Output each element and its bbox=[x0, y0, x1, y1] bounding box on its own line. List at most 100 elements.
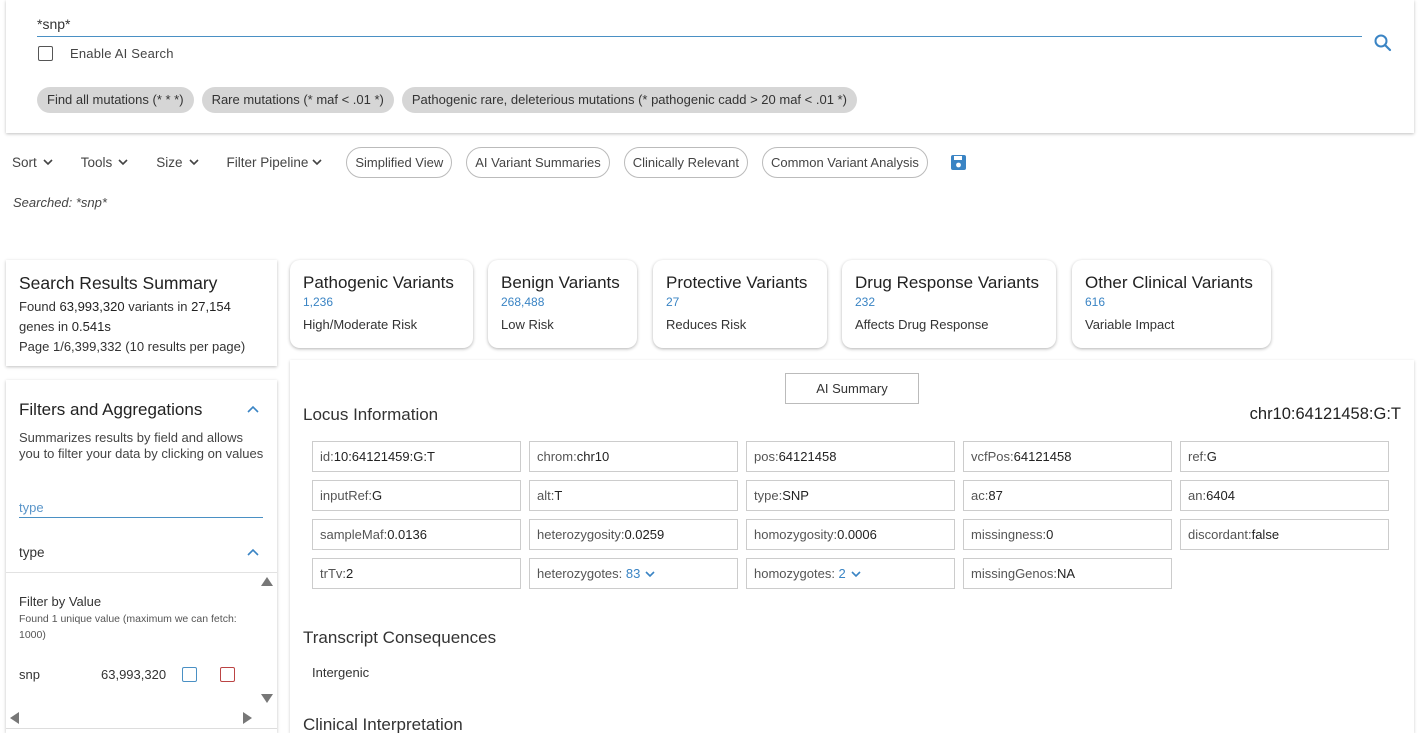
field-key: inputRef: bbox=[320, 488, 373, 503]
field-value[interactable]: 83 bbox=[626, 566, 640, 581]
field-discordant: discordant:false bbox=[1180, 519, 1389, 550]
category-card-drug-response[interactable]: Drug Response Variants 232 Affects Drug … bbox=[842, 260, 1056, 348]
category-card-pathogenic[interactable]: Pathogenic Variants 1,236 High/Moderate … bbox=[290, 260, 473, 348]
field-value: 0.0259 bbox=[624, 527, 665, 542]
genes-in-text: genes in bbox=[19, 319, 69, 334]
field-key: heterozygosity: bbox=[537, 527, 625, 542]
category-count: 616 bbox=[1085, 295, 1106, 309]
chevron-down-icon[interactable] bbox=[645, 571, 655, 578]
type-filter-input[interactable] bbox=[19, 498, 263, 518]
field-value[interactable]: 2 bbox=[839, 566, 846, 581]
scroll-up-arrow-icon[interactable] bbox=[261, 577, 273, 586]
searched-text: Searched: *snp* bbox=[13, 195, 107, 210]
category-card-other-clinical[interactable]: Other Clinical Variants 616 Variable Imp… bbox=[1072, 260, 1271, 348]
filters-panel: Filters and Aggregations Summarizes resu… bbox=[6, 380, 277, 733]
ai-search-toggle[interactable]: Enable AI Search bbox=[38, 46, 174, 61]
clinically-relevant-button[interactable]: Clinically Relevant bbox=[623, 146, 748, 178]
field-value: SNP bbox=[782, 488, 809, 503]
scroll-right-arrow-icon[interactable] bbox=[243, 712, 252, 724]
field-homozygotes[interactable]: homozygotes: 2 bbox=[746, 558, 955, 589]
search-input[interactable] bbox=[37, 12, 1362, 37]
field-vcfpos: vcfPos:64121458 bbox=[963, 441, 1172, 472]
field-ac: ac:87 bbox=[963, 480, 1172, 511]
chip-find-all-mutations[interactable]: Find all mutations (* * *) bbox=[37, 87, 194, 113]
divider bbox=[6, 572, 277, 573]
tools-label: Tools bbox=[80, 154, 113, 170]
category-desc: Variable Impact bbox=[1085, 317, 1175, 332]
field-key: missingGenos: bbox=[971, 566, 1057, 581]
simplified-view-button[interactable]: Simplified View bbox=[346, 146, 453, 178]
save-icon[interactable] bbox=[950, 154, 967, 171]
size-menu[interactable]: Size bbox=[156, 154, 199, 170]
chevron-down-icon bbox=[188, 158, 199, 165]
scroll-left-arrow-icon[interactable] bbox=[10, 712, 19, 724]
query-chips: Find all mutations (* * *) Rare mutation… bbox=[37, 87, 857, 113]
field-value: 64121458 bbox=[778, 449, 837, 464]
field-key: homozygotes: bbox=[754, 566, 839, 581]
locus-information-title: Locus Information bbox=[303, 405, 439, 424]
chip-rare-mutations[interactable]: Rare mutations (* maf < .01 *) bbox=[201, 87, 394, 113]
common-variant-analysis-button[interactable]: Common Variant Analysis bbox=[761, 146, 928, 178]
field-value: 10:64121459:G:T bbox=[333, 449, 435, 464]
chevron-down-icon bbox=[118, 158, 128, 165]
category-count: 268,488 bbox=[501, 295, 545, 309]
filter-pipeline-menu[interactable]: Filter Pipeline bbox=[227, 155, 323, 170]
sort-menu[interactable]: Sort bbox=[12, 155, 53, 170]
field-key: vcfPos: bbox=[971, 449, 1014, 464]
variant-detail-panel: AI Summary Locus Information chr10:64121… bbox=[290, 360, 1414, 733]
ai-variant-summaries-button[interactable]: AI Variant Summaries bbox=[466, 146, 610, 178]
category-card-protective[interactable]: Protective Variants 27 Reduces Risk bbox=[653, 260, 827, 348]
horizontal-scrollbar[interactable] bbox=[6, 728, 277, 729]
field-trtv: trTv:2 bbox=[312, 558, 521, 589]
size-label: Size bbox=[156, 154, 183, 170]
field-inputref: inputRef:G bbox=[312, 480, 521, 511]
field-value: 87 bbox=[988, 488, 1003, 503]
filters-title: Filters and Aggregations bbox=[19, 400, 203, 419]
category-title: Pathogenic Variants bbox=[303, 273, 454, 292]
field-key: id: bbox=[320, 449, 334, 464]
scroll-down-arrow-icon[interactable] bbox=[261, 694, 273, 703]
category-count: 232 bbox=[855, 295, 876, 309]
field-key: trTv: bbox=[320, 566, 346, 581]
field-value: G bbox=[372, 488, 383, 503]
category-count: 1,236 bbox=[303, 295, 334, 309]
chevron-up-icon[interactable] bbox=[247, 548, 259, 556]
category-card-benign[interactable]: Benign Variants 268,488 Low Risk bbox=[488, 260, 637, 348]
ai-search-checkbox[interactable] bbox=[38, 46, 53, 61]
chevron-up-icon[interactable] bbox=[247, 405, 259, 413]
found-unique-text: Found 1 unique value (maximum we can fet… bbox=[19, 613, 237, 641]
include-checkbox[interactable] bbox=[182, 667, 197, 682]
search-icon[interactable] bbox=[1372, 32, 1394, 54]
toolbar: Sort Tools Size Filter Pipeline Simplifi… bbox=[12, 146, 967, 178]
field-key: homozygosity: bbox=[754, 527, 838, 542]
locus-id: chr10:64121458:G:T bbox=[1249, 405, 1401, 423]
field-type: type:SNP bbox=[746, 480, 955, 511]
variant-count: 63,993,320 bbox=[59, 299, 125, 314]
summary-title: Search Results Summary bbox=[19, 273, 218, 293]
field-value: 0 bbox=[1046, 527, 1054, 542]
field-value: 0.0006 bbox=[837, 527, 877, 542]
value-label-snp: snp bbox=[19, 667, 40, 682]
tools-menu[interactable]: Tools bbox=[81, 155, 129, 170]
field-ref: ref:G bbox=[1180, 441, 1389, 472]
category-title: Protective Variants bbox=[666, 273, 808, 292]
field-key: missingness: bbox=[971, 527, 1047, 542]
type-section-label[interactable]: type bbox=[19, 545, 45, 560]
field-value: chr10 bbox=[576, 449, 610, 464]
field-an: an:6404 bbox=[1180, 480, 1389, 511]
chevron-down-icon bbox=[43, 158, 53, 165]
found-prefix: Found bbox=[19, 299, 56, 314]
exclude-checkbox[interactable] bbox=[220, 667, 235, 682]
chevron-down-icon[interactable] bbox=[851, 571, 861, 578]
ai-summary-button[interactable]: AI Summary bbox=[785, 373, 919, 404]
field-key: chrom: bbox=[537, 449, 577, 464]
category-count: 27 bbox=[666, 295, 680, 309]
transcript-consequences-title: Transcript Consequences bbox=[303, 628, 497, 647]
summary-page-line: Page 1/6,399,332 (10 results per page) bbox=[19, 339, 246, 354]
field-heterozygotes[interactable]: heterozygotes: 83 bbox=[529, 558, 738, 589]
field-missingness: missingness:0 bbox=[963, 519, 1172, 550]
field-value: 64121458 bbox=[1013, 449, 1072, 464]
field-key: heterozygotes: bbox=[537, 566, 626, 581]
chip-pathogenic-rare[interactable]: Pathogenic rare, deleterious mutations (… bbox=[401, 87, 857, 113]
field-key: pos: bbox=[754, 449, 779, 464]
